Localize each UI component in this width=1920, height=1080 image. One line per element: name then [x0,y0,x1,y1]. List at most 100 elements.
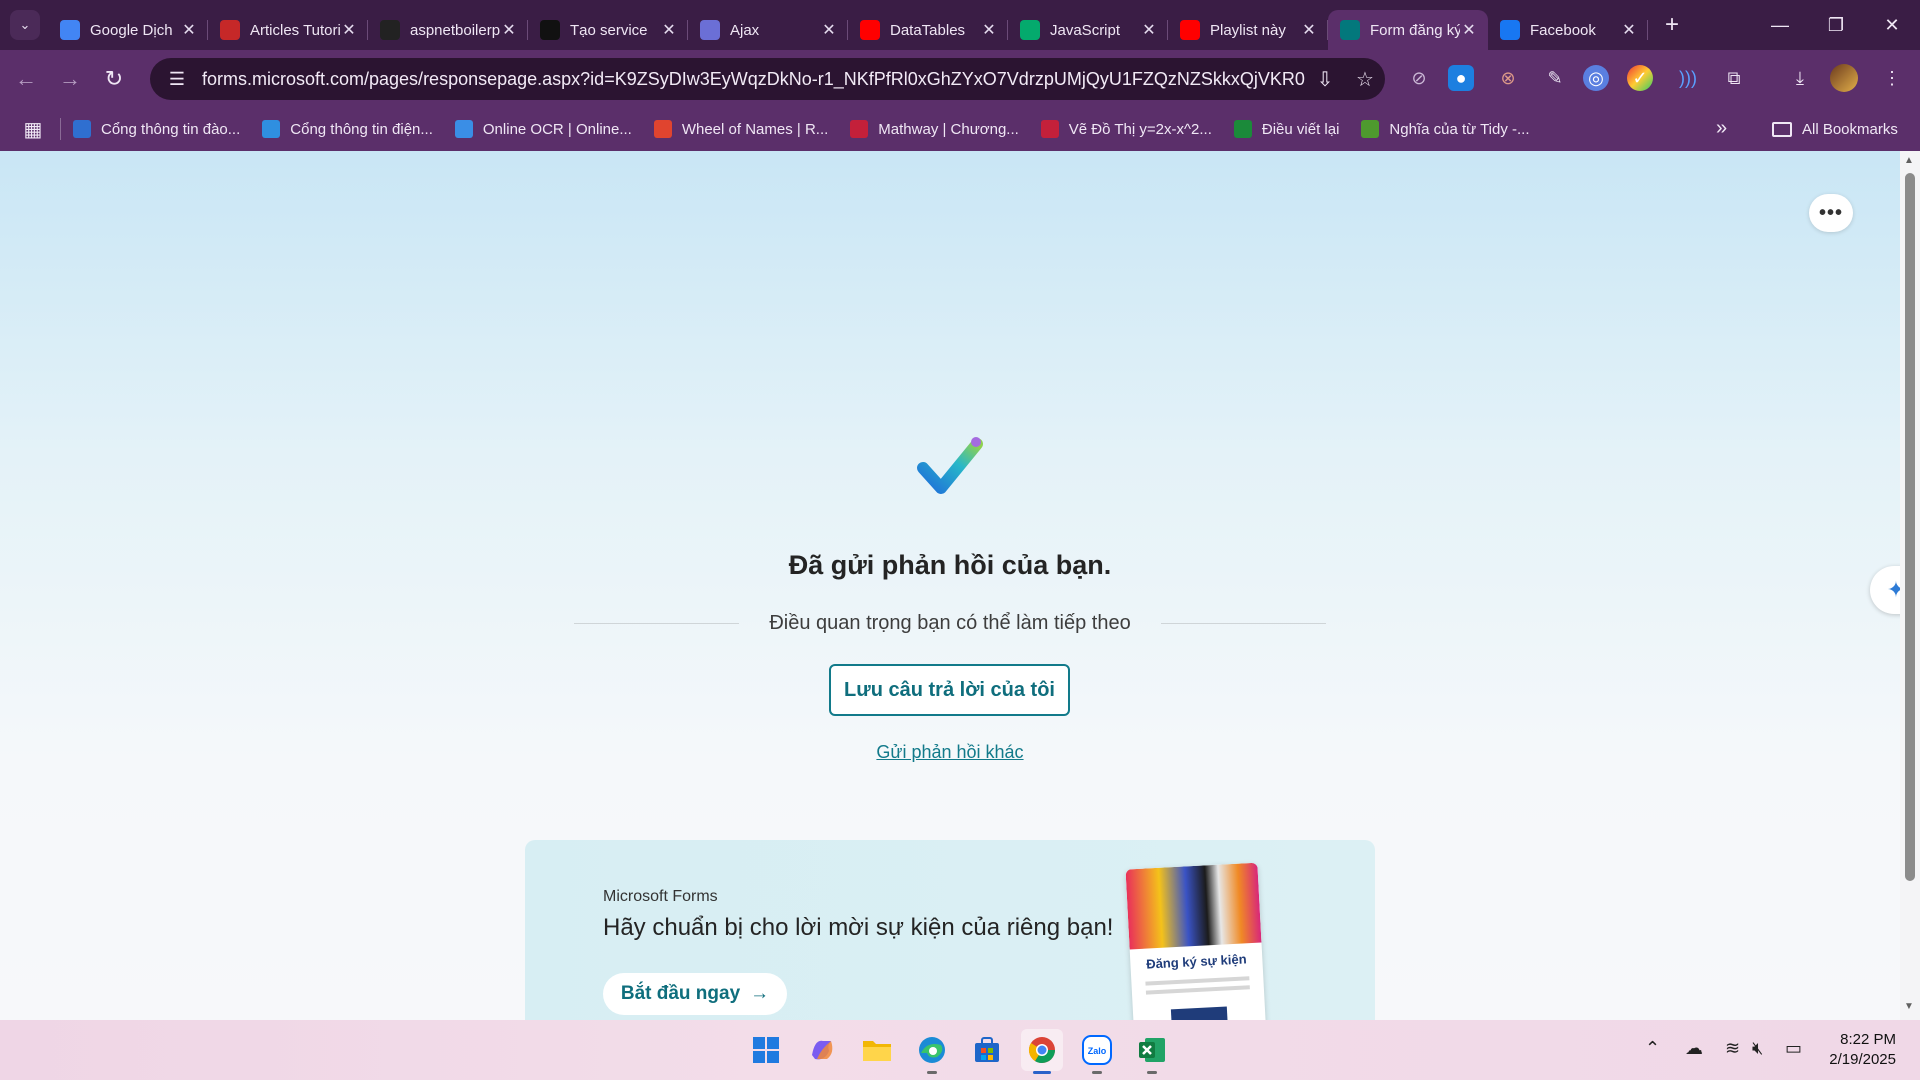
browser-tab[interactable]: JavaScript ✕ [1008,10,1168,50]
close-window-button[interactable]: ✕ [1864,0,1920,50]
browser-tab[interactable]: Articles Tutorials✕ [208,10,368,50]
bookmark-label: Vẽ Đồ Thị y=2x-x^2... [1068,120,1212,138]
site-info-icon[interactable]: ☰ [162,69,192,90]
apps-grid-icon[interactable]: ▦ [18,117,48,142]
more-bookmarks-icon[interactable]: » [1716,117,1727,140]
close-tab-icon[interactable]: ✕ [180,20,198,40]
bookmark-favicon-icon [850,120,869,138]
close-tab-icon[interactable]: ✕ [500,20,518,40]
tab-title: DataTables [890,21,966,39]
show-hidden-icons-chevron-icon[interactable]: ⌃ [1645,1038,1660,1059]
bookmark-item[interactable]: Nghĩa của từ Tidy -... [1361,120,1530,138]
back-button[interactable]: ← [8,61,44,97]
browser-tab[interactable]: Ajax ✕ [688,10,848,50]
link-off-extension-icon[interactable]: ⊗ [1492,62,1524,94]
close-tab-icon[interactable]: ✕ [340,20,358,40]
start-button[interactable] [745,1029,787,1071]
store-app[interactable] [966,1029,1008,1071]
close-tab-icon[interactable]: ✕ [980,20,998,40]
submit-another-response-link[interactable]: Gửi phản hồi khác [800,742,1100,763]
save-response-button[interactable]: Lưu câu trả lời của tôi [829,664,1070,716]
new-tab-button[interactable]: + [1654,7,1690,43]
system-clock[interactable]: 8:22 PM 2/19/2025 [1829,1030,1896,1070]
close-tab-icon[interactable]: ✕ [1140,20,1158,40]
browser-tab[interactable]: Google Dịch ✕ [48,10,208,50]
color-picker-extension-icon[interactable]: ✓ [1627,65,1653,91]
copilot-app[interactable] [801,1029,843,1071]
voice-extension-icon[interactable]: ))) [1672,62,1704,94]
bookmark-item[interactable]: Điều viết lại [1233,120,1339,138]
speaker-muted-icon[interactable]: 🔇︎ [1752,1038,1763,1059]
browser-tab[interactable]: Form đăng ký ✕ [1328,10,1488,50]
bookmark-item[interactable]: Mathway | Chương... [850,120,1019,138]
extensions-puzzle-icon[interactable]: ⧉ [1718,62,1750,94]
battery-icon[interactable]: ▭ [1785,1038,1802,1059]
close-tab-icon[interactable]: ✕ [820,20,838,40]
clock-date: 2/19/2025 [1829,1051,1896,1068]
bookmark-label: Mathway | Chương... [878,120,1019,138]
bookmark-item[interactable]: Cổng thông tin điện... [262,120,433,138]
bookmark-favicon-icon [1040,120,1059,138]
browser-tab[interactable]: Facebook ✕ [1488,10,1648,50]
zalo-app[interactable]: Zalo [1076,1029,1118,1074]
onedrive-offline-icon[interactable]: ☁ [1685,1038,1703,1059]
ajax-icon [700,20,720,40]
submission-confirmation-title: Đã gửi phản hồi của bạn. [788,550,1112,580]
bookmark-label: Wheel of Names | R... [681,120,829,138]
restore-button[interactable]: ❐ [1808,0,1864,50]
browser-tab[interactable]: DataTables ✕ [848,10,1008,50]
search-extension-icon[interactable]: ◎ [1583,65,1609,91]
chrome-app[interactable] [1021,1029,1063,1074]
scrollbar-thumb[interactable] [1905,173,1915,881]
browser-menu-icon[interactable]: ⋮ [1876,62,1908,94]
folder-icon [1772,121,1792,137]
chevron-down-icon: ⌄ [19,17,31,32]
bookmark-item[interactable]: Cổng thông tin đào... [73,120,240,138]
all-bookmarks-button[interactable]: All Bookmarks [1772,107,1898,151]
downloads-icon[interactable]: ⤓ [1784,62,1816,94]
edge-app[interactable] [911,1029,953,1074]
bookmark-list: Cổng thông tin đào... Cổng thông tin điện… [73,120,1552,138]
close-tab-icon[interactable]: ✕ [1460,20,1478,40]
close-tab-icon[interactable]: ✕ [1300,20,1318,40]
start-now-button[interactable]: Bắt đầu ngay → [603,973,787,1015]
browser-tab[interactable]: Tạo service ✕ [528,10,688,50]
minimize-button[interactable]: — [1752,0,1808,50]
wifi-icon[interactable]: ≋ [1725,1038,1740,1059]
page-scrollbar[interactable]: ▲ ▼ [1900,151,1920,1020]
tab-title: JavaScript [1050,21,1121,39]
windows-taskbar: Zalo ⌃ ☁ ≋ 🔇︎ ▭ 8:22 PM 2/19/2025 [0,1020,1920,1080]
address-bar[interactable]: ☰ forms.microsoft.com/pages/responsepage… [150,58,1385,100]
browser-tab[interactable]: aspnetboilerplate✕ [368,10,528,50]
excel-app[interactable] [1131,1029,1173,1074]
bookmark-item[interactable]: Online OCR | Online... [454,120,632,138]
scroll-down-arrow[interactable]: ▼ [1904,1001,1914,1012]
more-options-button[interactable]: ••• [1809,194,1853,232]
forward-button[interactable]: → [52,61,88,97]
github-icon [380,20,400,40]
browser-tab[interactable]: Playlist này ✕ [1168,10,1328,50]
eyedropper-extension-icon[interactable]: ✎ [1539,62,1571,94]
bookmark-item[interactable]: Vẽ Đồ Thị y=2x-x^2... [1040,120,1212,138]
scroll-up-arrow[interactable]: ▲ [1904,155,1914,166]
close-tab-icon[interactable]: ✕ [1620,20,1638,40]
drop-extension-icon[interactable]: ● [1448,65,1474,91]
tab-title: aspnetboilerplate [410,21,500,39]
bookmark-favicon-icon [454,120,473,138]
file-explorer-app[interactable] [856,1029,898,1071]
card-text-line [1145,976,1250,986]
close-tab-icon[interactable]: ✕ [660,20,678,40]
articles-icon [220,20,240,40]
zalo-label: Zalo [1088,1046,1107,1056]
bookmark-item[interactable]: Wheel of Names | R... [653,120,829,138]
edge-icon [919,1037,945,1063]
profile-avatar[interactable] [1830,64,1858,92]
url-text[interactable]: forms.microsoft.com/pages/responsepage.a… [202,69,1305,90]
youtube-icon [860,20,880,40]
compass-extension-icon[interactable]: ⊘ [1403,62,1435,94]
tab-search-button[interactable]: ⌄ [10,10,40,40]
reload-button[interactable]: ↻ [96,61,132,97]
bookmark-star-icon[interactable]: ☆ [1345,67,1385,92]
excel-icon [1139,1038,1165,1062]
install-app-icon[interactable]: ⇩ [1305,67,1345,92]
